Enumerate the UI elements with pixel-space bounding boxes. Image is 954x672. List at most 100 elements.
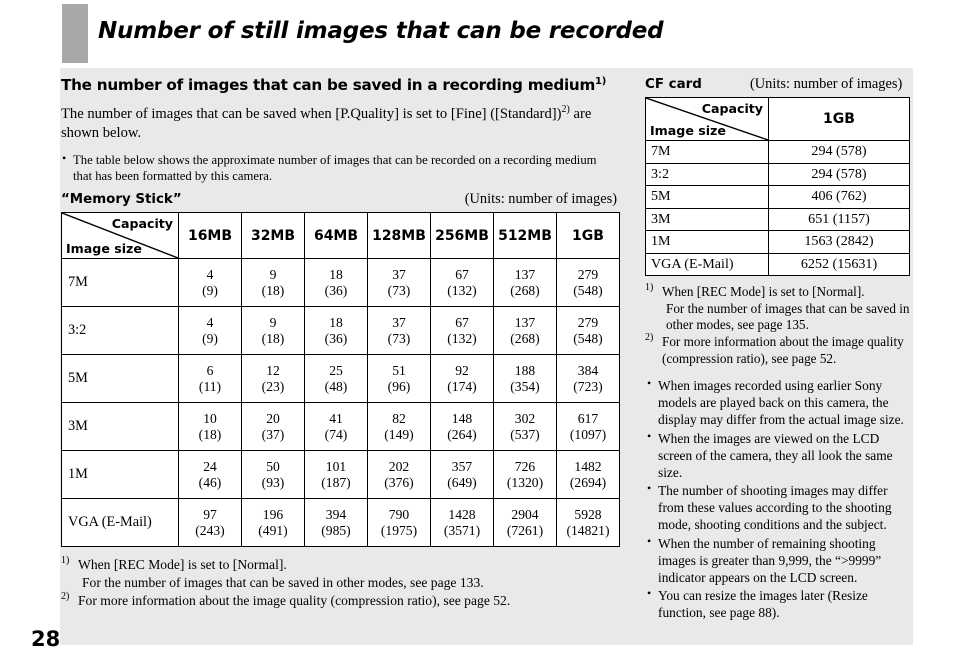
table-cell: 726 (1320) [493, 450, 557, 500]
table-cell: 50 (93) [241, 450, 305, 500]
cell-standard-value: (3571) [443, 522, 481, 538]
table-row: 5M 406 (762) [645, 185, 910, 209]
table-cell: 67 (132) [430, 306, 494, 356]
cell-fine-value: 302 [514, 411, 536, 427]
cell-fine-value: 202 [388, 459, 410, 475]
cell-fine-value: 188 [514, 363, 536, 379]
table-cell: 25 (48) [304, 354, 368, 404]
cell-fine-value: 18 [329, 315, 343, 331]
table-header-row: Capacity Image size 16MB 32MB 64MB 128MB… [61, 212, 620, 260]
column-header: 1GB [556, 212, 620, 260]
memory-stick-table: Capacity Image size 16MB 32MB 64MB 128MB… [61, 212, 620, 548]
cell-standard-value: (491) [258, 522, 288, 538]
cell-fine-value: 67 [455, 267, 469, 283]
intro-paragraph: The number of images that can be saved w… [61, 103, 617, 143]
row-label: 1M [645, 230, 769, 254]
table-cell: 1563 (2842) [768, 230, 910, 254]
table-cell: 394 (985) [304, 498, 368, 548]
cell-fine-value: 137 [514, 267, 536, 283]
list-item: The number of shooting images may differ… [645, 481, 913, 533]
corner-image-size-label: Image size [650, 123, 726, 138]
list-item: When images recorded using earlier Sony … [645, 376, 913, 428]
table-cell: 196 (491) [241, 498, 305, 548]
cell-fine-value: 1428 [448, 507, 476, 523]
cell-fine-value: 137 [514, 315, 536, 331]
cell-standard-value: (96) [387, 378, 411, 394]
cell-standard-value: (18) [198, 426, 222, 442]
table-cell: 294 (578) [768, 140, 910, 164]
column-header: 512MB [493, 212, 557, 260]
footnote: 1) When [REC Mode] is set to [Normal]. F… [61, 555, 617, 591]
cell-fine-value: 20 [266, 411, 280, 427]
row-label: 7M [61, 258, 179, 308]
table-cell: 279 (548) [556, 258, 620, 308]
table-cell: 18 (36) [304, 306, 368, 356]
table-row: 3:2 4 (9) 9 (18) 18 (36) 37 (73) 67 (132) 137… [61, 306, 620, 356]
cell-fine-value: 41 [329, 411, 343, 427]
row-label: 3M [61, 402, 179, 452]
cell-standard-value: (1975) [380, 522, 418, 538]
row-label: 1M [61, 450, 179, 500]
cell-standard-value: (11) [198, 378, 222, 394]
table-row: 3:2 294 (578) [645, 162, 910, 186]
cell-standard-value: (268) [510, 282, 540, 298]
cell-standard-value: (985) [321, 522, 351, 538]
corner-capacity-label: Capacity [701, 101, 763, 116]
footnote: 2) For more information about the image … [645, 332, 913, 367]
cell-standard-value: (14821) [566, 522, 610, 538]
table-row: VGA (E-Mail) 6252 (15631) [645, 252, 910, 276]
table-cell: 202 (376) [367, 450, 431, 500]
cf-card-label: CF card [645, 77, 702, 92]
table-cell: 148 (264) [430, 402, 494, 452]
column-header: 1GB [768, 97, 910, 141]
cell-fine-value: 5928 [574, 507, 602, 523]
memory-stick-units-label: (Units: number of images) [464, 191, 617, 208]
cell-standard-value: (268) [510, 330, 540, 346]
footnote-text: For more information about the image qua… [78, 592, 511, 608]
table-cell: 101 (187) [304, 450, 368, 500]
cell-standard-value: (23) [261, 378, 285, 394]
table-cell: 51 (96) [367, 354, 431, 404]
cf-card-table: Capacity Image size 1GB 7M 294 (578) 3:2… [645, 97, 910, 276]
document-page: Number of still images that can be recor… [0, 0, 954, 672]
cell-fine-value: 9 [269, 315, 277, 331]
table-cell: 790 (1975) [367, 498, 431, 548]
footnote: 1) When [REC Mode] is set to [Normal]. F… [645, 282, 913, 334]
cell-standard-value: (73) [387, 330, 411, 346]
cell-standard-value: (723) [573, 378, 603, 394]
footnote-text: For more information about the image qua… [662, 333, 904, 366]
row-label: 5M [61, 354, 179, 404]
right-column: CF card (Units: number of images) Capaci… [645, 76, 913, 622]
row-label: 7M [645, 140, 769, 164]
cell-standard-value: (7261) [506, 522, 544, 538]
row-label: 5M [645, 185, 769, 209]
table-row: VGA (E-Mail) 97 (243) 196 (491) 394 (985) 7… [61, 498, 620, 548]
cell-standard-value: (264) [447, 426, 477, 442]
table-cell: 617 (1097) [556, 402, 620, 452]
cell-fine-value: 51 [392, 363, 406, 379]
column-header: 32MB [241, 212, 305, 260]
list-item: When the images are viewed on the LCD sc… [645, 429, 913, 481]
row-label: 3M [645, 207, 769, 231]
cell-fine-value: 279 [577, 267, 599, 283]
cell-fine-value: 394 [325, 507, 347, 523]
table-cell: 9 (18) [241, 258, 305, 308]
cell-fine-value: 9 [269, 267, 277, 283]
table-cell: 5928 (14821) [556, 498, 620, 548]
list-item: The table below shows the approximate nu… [61, 151, 617, 184]
table-row: 3M 651 (1157) [645, 207, 910, 231]
row-label: VGA (E-Mail) [645, 252, 769, 276]
table-corner-header-cell: Capacity Image size [61, 212, 179, 260]
column-header: 64MB [304, 212, 368, 260]
table-cell: 651 (1157) [768, 207, 910, 231]
cell-fine-value: 384 [577, 363, 599, 379]
cell-standard-value: (132) [447, 282, 477, 298]
table-cell: 6252 (15631) [768, 252, 910, 276]
cf-card-units-label: (Units: number of images) [750, 76, 903, 92]
cell-fine-value: 4 [206, 315, 214, 331]
cell-standard-value: (9) [202, 282, 218, 298]
cell-standard-value: (149) [384, 426, 414, 442]
corner-capacity-label: Capacity [111, 216, 173, 232]
cell-standard-value: (537) [510, 426, 540, 442]
table-cell: 137 (268) [493, 258, 557, 308]
